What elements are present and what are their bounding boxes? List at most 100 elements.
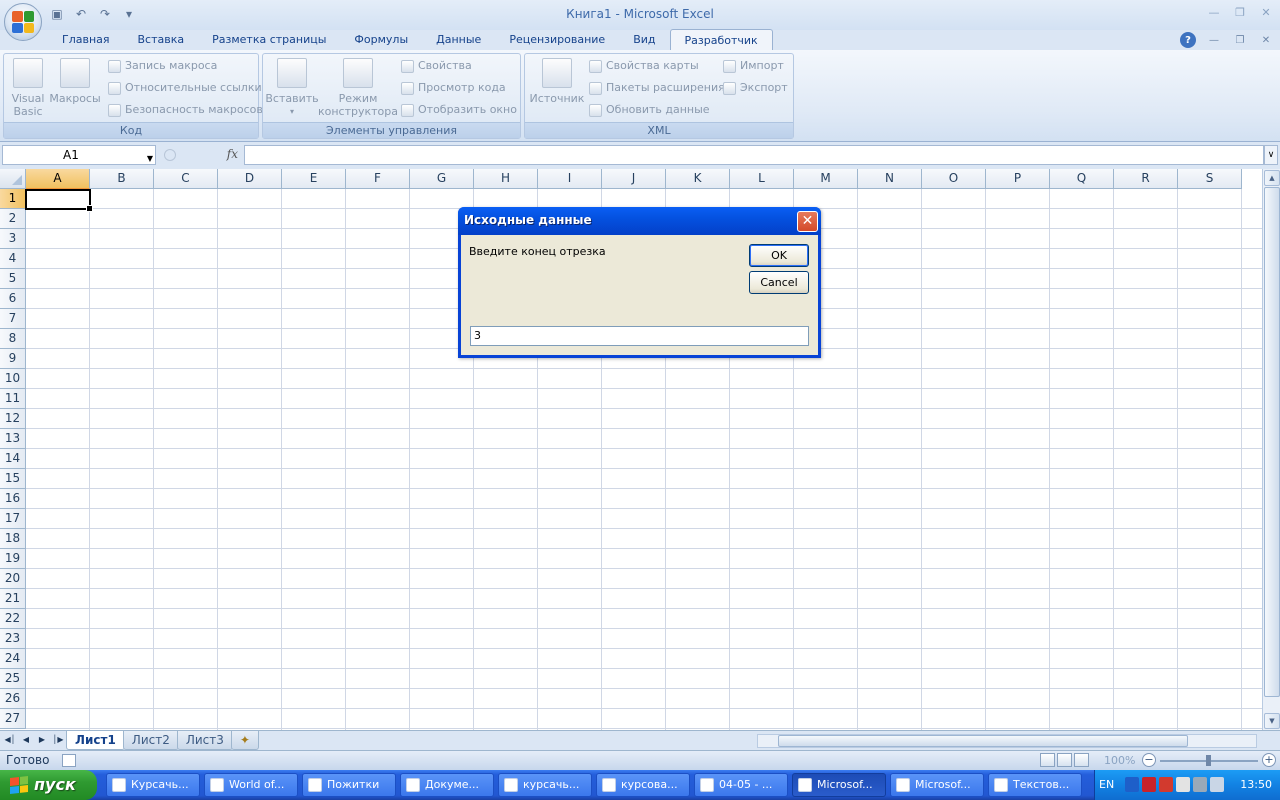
column-header[interactable]: G [410,169,474,189]
expand-formula-bar-icon[interactable]: ∨ [1264,145,1278,165]
row-header[interactable]: 10 [0,369,26,389]
tab-developer[interactable]: Разработчик [669,29,773,51]
language-indicator[interactable]: EN [1099,778,1114,791]
insert-sheet-icon[interactable]: ✦ [230,731,259,750]
start-button[interactable]: пуск [0,770,97,800]
taskbar-item[interactable]: Курсачь... [106,773,200,797]
record-macro-button[interactable]: Запись макроса [108,57,217,75]
row-header[interactable]: 8 [0,329,26,349]
column-header[interactable]: B [90,169,154,189]
chevron-down-icon[interactable]: ▼ [147,150,153,168]
sheet-tab-2[interactable]: Лист2 [122,731,179,750]
formula-input[interactable] [244,145,1264,165]
zoom-in-icon[interactable]: + [1262,753,1276,767]
tab-page-layout[interactable]: Разметка страницы [198,29,340,51]
column-header[interactable]: S [1178,169,1242,189]
dialog-title-bar[interactable]: Исходные данные ✕ [458,207,821,235]
row-header[interactable]: 19 [0,549,26,569]
next-sheet-icon[interactable]: ▶ [36,733,48,747]
row-header[interactable]: 9 [0,349,26,369]
column-header[interactable]: C [154,169,218,189]
tab-home[interactable]: Главная [48,29,124,51]
row-header[interactable]: 3 [0,229,26,249]
column-header[interactable]: M [794,169,858,189]
page-break-view-icon[interactable] [1074,753,1089,767]
properties-button[interactable]: Свойства [401,57,472,75]
select-all-button[interactable] [0,169,26,189]
row-header[interactable]: 17 [0,509,26,529]
tray-device-icon[interactable] [1193,777,1207,792]
taskbar-item[interactable]: курсачь... [498,773,592,797]
row-header[interactable]: 18 [0,529,26,549]
row-header[interactable]: 26 [0,689,26,709]
row-header[interactable]: 6 [0,289,26,309]
workbook-minimize-icon[interactable]: — [1206,32,1222,48]
column-header[interactable]: K [666,169,730,189]
column-header[interactable]: A [26,169,90,189]
column-header[interactable]: N [858,169,922,189]
taskbar-item[interactable]: Докуме... [400,773,494,797]
tray-arrow-icon[interactable] [1125,777,1139,792]
zoom-out-icon[interactable]: − [1142,753,1156,767]
column-header[interactable]: D [218,169,282,189]
expansion-packs-button[interactable]: Пакеты расширения [589,79,725,97]
row-header[interactable]: 25 [0,669,26,689]
dialog-close-icon[interactable]: ✕ [797,211,818,232]
row-header[interactable]: 14 [0,449,26,469]
column-header[interactable]: Q [1050,169,1114,189]
column-header[interactable]: R [1114,169,1178,189]
column-header[interactable]: P [986,169,1050,189]
page-layout-view-icon[interactable] [1057,753,1072,767]
view-code-button[interactable]: Просмотр кода [401,79,506,97]
tab-view[interactable]: Вид [619,29,669,51]
clock[interactable]: 13:50 [1240,778,1272,791]
macro-record-icon[interactable] [62,754,76,767]
column-header[interactable]: O [922,169,986,189]
column-header[interactable]: F [346,169,410,189]
show-window-button[interactable]: Отобразить окно [401,101,517,119]
insert-control-button[interactable]: Вставить ▾ [265,58,319,118]
export-button[interactable]: Экспорт [723,79,788,97]
minimize-icon[interactable]: — [1206,4,1222,20]
sheet-tab-1[interactable]: Лист1 [66,731,125,750]
name-box[interactable]: A1 ▼ [2,145,156,165]
tab-data[interactable]: Данные [422,29,495,51]
row-header[interactable]: 16 [0,489,26,509]
horizontal-scroll-thumb[interactable] [778,735,1188,747]
close-window-icon[interactable]: ✕ [1258,4,1274,20]
map-properties-button[interactable]: Свойства карты [589,57,699,75]
column-header[interactable]: E [282,169,346,189]
taskbar-item[interactable]: Microsof... [890,773,984,797]
tray-security-icon[interactable] [1159,777,1173,792]
restore-icon[interactable]: ❐ [1232,4,1248,20]
row-header[interactable]: 23 [0,629,26,649]
row-header[interactable]: 1 [0,189,26,209]
dialog-input-field[interactable]: 3 [470,326,809,346]
vertical-scroll-thumb[interactable] [1264,187,1280,697]
import-button[interactable]: Импорт [723,57,784,75]
row-header[interactable]: 2 [0,209,26,229]
taskbar-item[interactable]: Пожитки [302,773,396,797]
row-header[interactable]: 24 [0,649,26,669]
active-cell-a1[interactable] [25,189,93,212]
help-icon[interactable]: ? [1180,32,1196,48]
row-header[interactable]: 12 [0,409,26,429]
relative-refs-button[interactable]: Относительные ссылки [108,79,262,97]
taskbar-item[interactable]: Текстов... [988,773,1082,797]
office-button[interactable] [4,3,42,41]
row-header[interactable]: 13 [0,429,26,449]
taskbar-item[interactable]: Microsof... [792,773,886,797]
design-mode-button[interactable]: Режим конструктора [318,58,398,118]
row-header[interactable]: 21 [0,589,26,609]
row-header[interactable]: 15 [0,469,26,489]
sheet-tab-3[interactable]: Лист3 [176,731,233,750]
workbook-close-icon[interactable]: ✕ [1258,32,1274,48]
tab-formulas[interactable]: Формулы [340,29,422,51]
macros-button[interactable]: Макросы [49,58,101,105]
taskbar-item[interactable]: 04-05 - ... [694,773,788,797]
tab-insert[interactable]: Вставка [124,29,199,51]
visual-basic-button[interactable]: Visual Basic [10,58,46,118]
refresh-data-button[interactable]: Обновить данные [589,101,710,119]
column-header[interactable]: L [730,169,794,189]
zoom-slider-thumb[interactable] [1206,755,1211,766]
